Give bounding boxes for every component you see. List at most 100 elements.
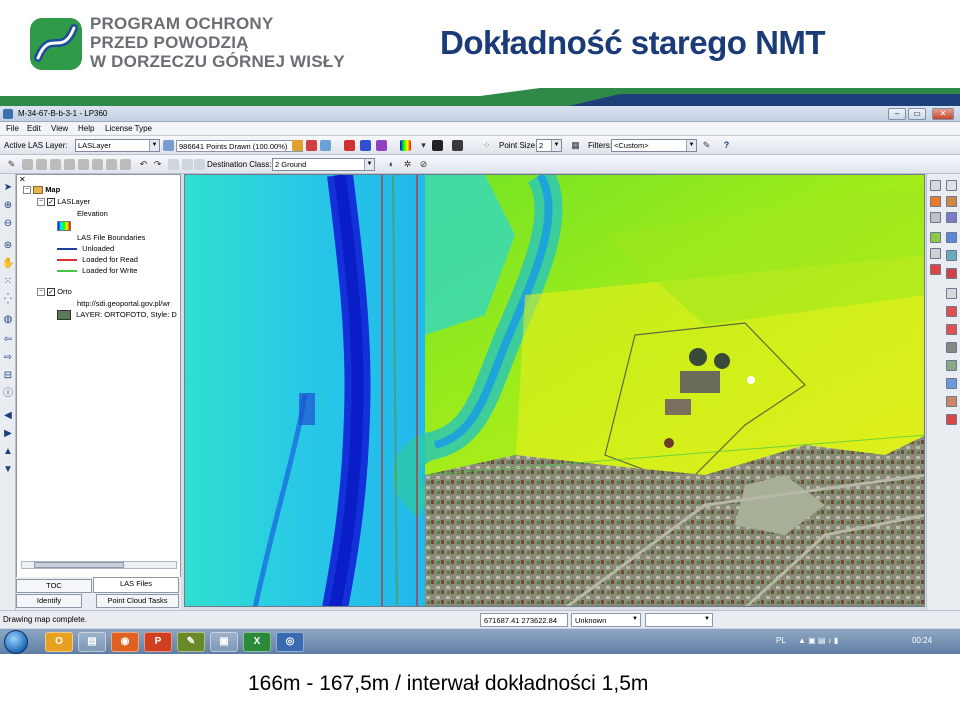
toc-orto-layer[interactable]: − ✓ Orto [37,287,72,297]
move-down-icon[interactable]: ▼ [2,464,14,476]
table-icon[interactable]: ▦ [570,140,581,151]
select-icon[interactable] [320,140,331,151]
las-layer-checkbox[interactable]: ✓ [47,198,56,207]
circle-tool-icon[interactable] [78,159,89,170]
classify-icon[interactable]: ◐ [386,159,397,170]
secondary-select[interactable]: ▼ [645,613,713,627]
pencil-icon[interactable] [292,140,303,151]
measure-icon[interactable]: ⊟ [2,370,14,382]
window-titlebar[interactable]: M-34-67-B-b-3-1 - LP360 – ▭ ✕ [0,106,960,122]
select-points-icon[interactable] [930,180,941,191]
close-button[interactable]: ✕ [932,108,954,120]
rect-tool-icon[interactable] [64,159,75,170]
color-ramp-icon[interactable] [400,140,411,151]
menu-edit[interactable]: Edit [27,124,41,133]
filter-tool-icon[interactable] [946,212,957,223]
volume-tool-icon[interactable] [946,396,957,407]
move-up-icon[interactable]: ▲ [2,446,14,458]
taskbar-app[interactable]: ▣ [210,632,238,652]
shape-tool-icon[interactable] [22,159,33,170]
globe-icon[interactable]: ◍ [2,314,14,326]
chart-tool-icon[interactable] [946,324,957,335]
cube-red-icon[interactable] [344,140,355,151]
taskbar-powerpoint[interactable]: P [144,632,172,652]
collapse-icon[interactable]: − [37,288,45,297]
menu-file[interactable]: File [6,124,19,133]
contour-tool-icon[interactable] [946,360,957,371]
polygon-tool-icon[interactable] [36,159,47,170]
line-tool-icon[interactable] [50,159,61,170]
maximize-button[interactable]: ▭ [908,108,926,120]
tray-icons[interactable]: ▲ ▣ ▤ ♪ ▮ [798,636,838,645]
profile-tool-icon[interactable] [106,159,117,170]
elevation-map[interactable] [185,175,925,607]
forward-arrow-icon[interactable]: ⇨ [2,352,14,364]
language-indicator[interactable]: PL [776,636,786,645]
pan-icon[interactable]: ✋ [2,258,14,270]
taskbar-firefox[interactable]: ◉ [111,632,139,652]
breakline-tool-icon[interactable] [946,414,957,425]
grid-select-icon[interactable] [930,212,941,223]
pointer-icon[interactable]: ➤ [2,182,14,194]
move-left-icon[interactable]: ◀ [2,410,14,422]
point-size-select[interactable]: 2 ▼ [536,139,562,152]
collapse-icon[interactable]: − [37,198,45,207]
menu-help[interactable]: Help [78,124,94,133]
cube-blue-icon[interactable] [360,140,371,151]
redo-icon[interactable]: ↷ [152,159,163,170]
edit-filter-icon[interactable]: ✎ [701,140,712,151]
edit-tool-icon[interactable] [946,196,957,207]
clock[interactable]: 00:24 [912,636,932,645]
reclassify-icon[interactable]: ⊘ [418,159,429,170]
unit-select[interactable]: Unknown ▼ [571,613,641,627]
draw-profile-icon[interactable] [930,196,941,207]
point-cloud-icon[interactable]: ⁘ [481,140,492,151]
tab-toc[interactable]: TOC [16,579,92,593]
copy-icon[interactable] [182,159,193,170]
help-pointer-icon[interactable]: ? [721,140,732,151]
lasso-tool-icon[interactable] [92,159,103,170]
toc-las-layer[interactable]: − ✓ LASLayer [37,197,90,207]
layer-tool-icon[interactable] [946,232,957,243]
cube-purple-icon[interactable] [376,140,387,151]
zoom-in-icon[interactable]: ⊕ [2,200,14,212]
back-arrow-icon[interactable]: ⇦ [2,334,14,346]
taskbar-lp360[interactable]: ◎ [276,632,304,652]
chevron-down-icon[interactable]: ▾ [418,140,429,151]
undo-icon[interactable]: ↶ [138,159,149,170]
grid-icon[interactable] [452,140,463,151]
start-button[interactable] [4,630,28,654]
tab-point-cloud-tasks[interactable]: Point Cloud Tasks [96,594,179,608]
section-icon[interactable] [930,232,941,243]
taskbar-editor[interactable]: ✎ [177,632,205,652]
filter-icon[interactable] [163,140,174,151]
statistics-icon[interactable] [930,264,941,275]
export-tool-icon[interactable] [946,250,957,261]
settings-icon[interactable]: ✲ [402,159,413,170]
scrollbar-thumb[interactable] [34,562,124,568]
fixed-zoom-out-icon[interactable]: ⁛ [2,294,14,306]
paste-icon[interactable] [168,159,179,170]
taskbar-outlook[interactable]: O [45,632,73,652]
menu-view[interactable]: View [51,124,68,133]
pencil-icon[interactable]: ✎ [6,159,17,170]
view-3d-icon[interactable] [930,248,941,259]
taskbar-excel[interactable]: X [243,632,271,652]
filters-select[interactable]: <Custom> ▼ [611,139,697,152]
toc-map-node[interactable]: − Map [23,185,60,195]
destination-class-select[interactable]: 2 Ground ▼ [272,158,375,171]
map-view[interactable] [184,174,925,607]
active-las-layer-select[interactable]: LASLayer ▼ [75,139,160,152]
fixed-zoom-in-icon[interactable]: ⁙ [2,276,14,288]
display-mode-icon[interactable] [432,140,443,151]
table-tool-icon[interactable] [946,288,957,299]
minimize-button[interactable]: – [888,108,906,120]
toc-horizontal-scrollbar[interactable] [21,561,177,569]
surface-tool-icon[interactable] [946,378,957,389]
close-icon[interactable]: ✕ [19,175,26,184]
move-right-icon[interactable]: ▶ [2,428,14,440]
tab-las-files[interactable]: LAS Files [93,577,179,593]
report-tool-icon[interactable] [946,306,957,317]
collapse-icon[interactable]: − [23,186,31,195]
clear-tool-icon[interactable] [120,159,131,170]
